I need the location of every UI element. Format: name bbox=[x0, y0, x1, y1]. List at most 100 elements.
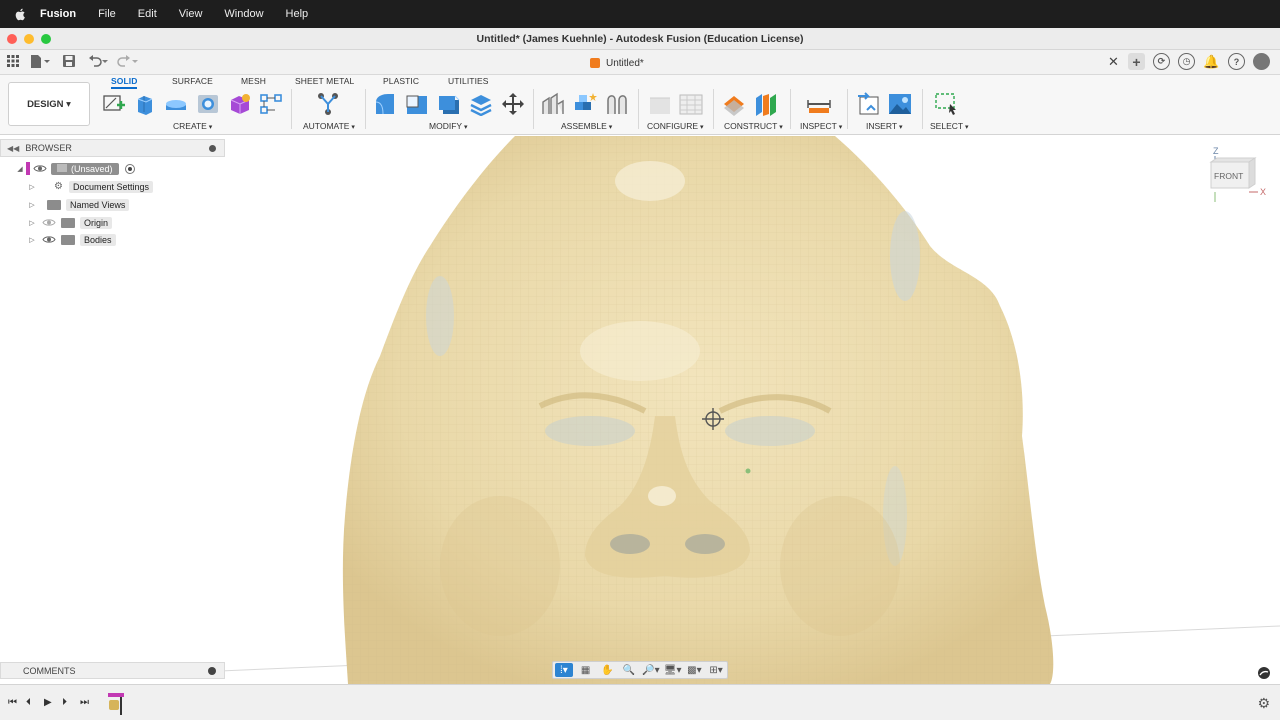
extensions-icon[interactable]: ⟳ bbox=[1153, 53, 1170, 70]
job-status-icon[interactable]: ◷ bbox=[1178, 53, 1195, 70]
new-tab-plus-icon[interactable]: + bbox=[1128, 53, 1145, 70]
menu-window[interactable]: Window bbox=[224, 8, 263, 20]
notifications-icon[interactable]: 🔔 bbox=[1203, 53, 1220, 70]
group-configure-label[interactable]: CONFIGURE bbox=[647, 121, 703, 131]
zoom-icon[interactable]: 🔍 bbox=[620, 663, 638, 677]
press-pull-icon[interactable] bbox=[373, 92, 397, 116]
timeline-feature-marker[interactable] bbox=[108, 693, 124, 715]
insert-canvas-icon[interactable] bbox=[888, 92, 912, 116]
configuration-table-icon[interactable] bbox=[679, 92, 703, 116]
expand-arrow-icon[interactable]: ▷ bbox=[26, 236, 38, 244]
group-automate-label[interactable]: AUTOMATE bbox=[303, 121, 355, 131]
expand-arrow-icon[interactable]: ▷ bbox=[26, 183, 38, 191]
browser-item-named-views[interactable]: ▷ Named Views bbox=[26, 196, 130, 213]
activate-component-radio[interactable] bbox=[124, 163, 135, 174]
apple-icon[interactable] bbox=[14, 8, 26, 21]
browser-item-bodies[interactable]: ▷ Bodies bbox=[26, 231, 116, 248]
form-icon[interactable] bbox=[228, 92, 252, 116]
help-icon[interactable]: ? bbox=[1228, 53, 1245, 70]
timeline-go-to-end-icon[interactable]: ⏭ bbox=[80, 697, 89, 708]
browser-item-document-settings[interactable]: ▷ ⚙ Document Settings bbox=[26, 178, 154, 195]
tab-utilities[interactable]: UTILITIES bbox=[448, 76, 489, 86]
visibility-eye-icon[interactable] bbox=[33, 164, 47, 173]
browser-panel-header[interactable]: ◀◀ BROWSER bbox=[0, 139, 225, 157]
grid-snaps-icon[interactable]: ▩▾ bbox=[686, 663, 704, 677]
tab-surface[interactable]: SURFACE bbox=[172, 76, 213, 86]
derive-icon[interactable] bbox=[259, 92, 283, 116]
extrude-icon[interactable] bbox=[133, 92, 157, 116]
group-create-label[interactable]: CREATE bbox=[173, 121, 212, 131]
pan-hand-icon[interactable]: ✋ bbox=[599, 663, 617, 677]
group-insert-label[interactable]: INSERT bbox=[866, 121, 903, 131]
expand-arrow-icon[interactable]: ▷ bbox=[26, 219, 38, 227]
as-built-joint-icon[interactable] bbox=[605, 92, 629, 116]
group-assemble-label[interactable]: ASSEMBLE bbox=[561, 121, 612, 131]
browser-root-node[interactable]: ◢ (Unsaved) bbox=[14, 160, 135, 177]
group-select-label[interactable]: SELECT bbox=[930, 121, 969, 131]
joint-icon[interactable] bbox=[541, 92, 565, 116]
select-box-icon[interactable] bbox=[934, 92, 958, 116]
midplane-icon[interactable] bbox=[754, 92, 778, 116]
menu-edit[interactable]: Edit bbox=[138, 8, 157, 20]
new-component-icon[interactable] bbox=[573, 92, 597, 116]
group-construct-label[interactable]: CONSTRUCT bbox=[724, 121, 783, 131]
shell-icon[interactable] bbox=[437, 92, 461, 116]
tab-mesh[interactable]: MESH bbox=[241, 76, 266, 86]
data-panel-grid-icon[interactable] bbox=[7, 55, 19, 69]
maximize-window-button[interactable] bbox=[41, 34, 51, 44]
undo-icon[interactable] bbox=[88, 55, 108, 69]
measure-icon[interactable] bbox=[807, 92, 831, 116]
close-tab-icon[interactable]: ✕ bbox=[1108, 54, 1119, 70]
group-inspect-label[interactable]: INSPECT bbox=[800, 121, 842, 131]
menu-view[interactable]: View bbox=[179, 8, 203, 20]
collapse-arrow-icon[interactable]: ◢ bbox=[14, 165, 26, 173]
menu-help[interactable]: Help bbox=[286, 8, 309, 20]
revolve-icon[interactable] bbox=[164, 92, 188, 116]
look-at-icon[interactable]: ▦ bbox=[577, 663, 595, 677]
offset-plane-icon[interactable] bbox=[722, 92, 746, 116]
redo-icon[interactable] bbox=[116, 55, 138, 69]
comments-panel-header[interactable]: COMMENTS bbox=[0, 662, 225, 679]
fillet-icon[interactable] bbox=[405, 92, 429, 116]
configure-icon[interactable] bbox=[648, 92, 672, 116]
save-icon[interactable] bbox=[63, 55, 75, 69]
document-tab[interactable]: Untitled* bbox=[590, 54, 644, 72]
visibility-eye-hidden-icon[interactable] bbox=[42, 218, 56, 227]
file-menu-icon[interactable] bbox=[30, 55, 50, 69]
tab-sheet-metal[interactable]: SHEET METAL bbox=[295, 76, 354, 86]
move-copy-icon[interactable] bbox=[501, 92, 525, 116]
tab-solid[interactable]: SOLID bbox=[111, 76, 138, 89]
viewports-icon[interactable]: ⊞▾ bbox=[707, 663, 725, 677]
workspace-switcher[interactable]: DESIGN ▾ bbox=[8, 82, 90, 126]
3d-viewport[interactable]: Z FRONT X bbox=[0, 136, 1280, 684]
display-mode-icon[interactable] bbox=[1257, 666, 1271, 680]
timeline-go-to-start-icon[interactable]: ⏮ bbox=[8, 697, 17, 708]
mesh-model-render[interactable] bbox=[0, 136, 1280, 684]
collapse-panel-icon[interactable]: ◀◀ bbox=[7, 144, 19, 153]
expand-arrow-icon[interactable]: ▷ bbox=[26, 201, 38, 209]
view-cube[interactable]: Z FRONT X bbox=[1205, 144, 1269, 210]
zoom-window-icon[interactable]: 🔎▾ bbox=[642, 663, 660, 677]
automate-icon[interactable] bbox=[316, 92, 340, 116]
view-options-icon[interactable]: ⁞▾ bbox=[555, 663, 573, 677]
combine-icon[interactable] bbox=[469, 92, 493, 116]
hole-icon[interactable] bbox=[196, 92, 220, 116]
menu-file[interactable]: File bbox=[98, 8, 116, 20]
minimize-browser-icon[interactable] bbox=[209, 145, 216, 152]
profile-avatar-icon[interactable] bbox=[1253, 53, 1270, 70]
create-sketch-icon[interactable] bbox=[102, 92, 126, 116]
timeline-step-back-icon[interactable]: ⏴ bbox=[26, 697, 31, 708]
timeline-settings-gear-icon[interactable]: ⚙ bbox=[1257, 695, 1270, 712]
timeline-play-icon[interactable]: ▶ bbox=[44, 697, 52, 708]
browser-item-origin[interactable]: ▷ Origin bbox=[26, 214, 113, 231]
visibility-eye-icon[interactable] bbox=[42, 235, 56, 244]
minimize-window-button[interactable] bbox=[24, 34, 34, 44]
tab-plastic[interactable]: PLASTIC bbox=[383, 76, 419, 86]
timeline-step-forward-icon[interactable]: ⏵ bbox=[62, 697, 67, 708]
app-menu-fusion[interactable]: Fusion bbox=[40, 8, 76, 20]
insert-derive-icon[interactable] bbox=[857, 92, 881, 116]
display-settings-icon[interactable]: 🖥▾ bbox=[664, 663, 682, 677]
add-comment-icon[interactable] bbox=[208, 667, 216, 675]
close-window-button[interactable] bbox=[7, 34, 17, 44]
group-modify-label[interactable]: MODIFY bbox=[429, 121, 468, 131]
